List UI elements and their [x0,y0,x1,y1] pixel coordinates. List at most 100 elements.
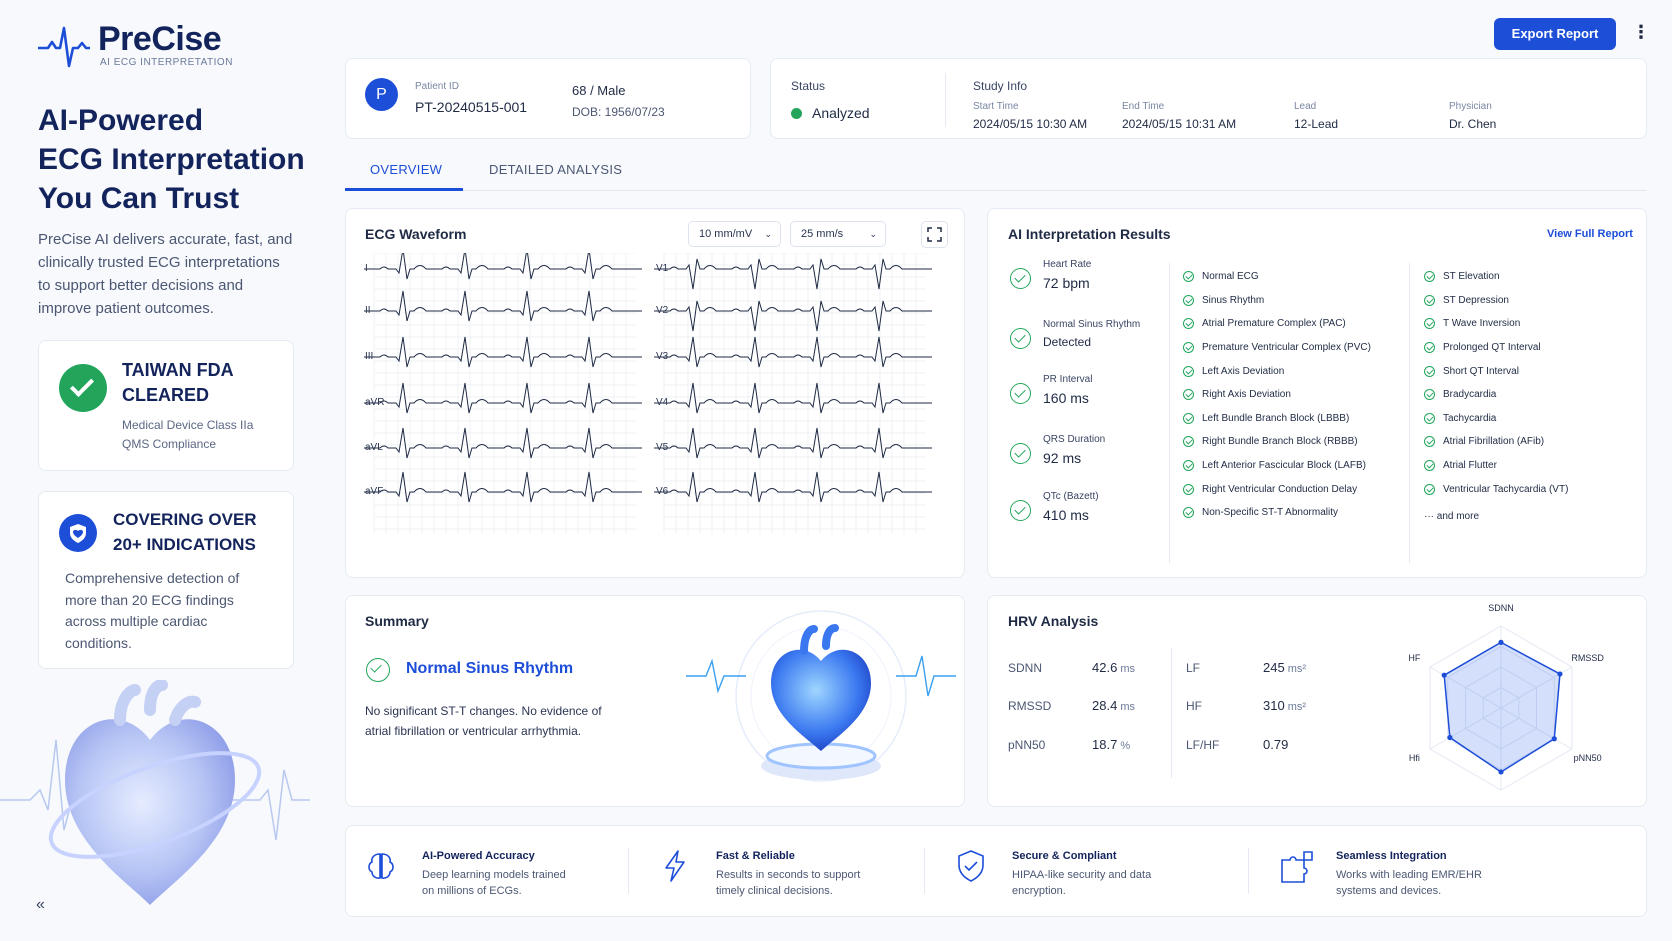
feature-title: AI-Powered Accuracy [422,850,535,862]
hrv-metric-label: LF/HF [1186,738,1220,752]
finding-item: Bradycardia [1424,383,1568,407]
feature-description: HIPAA-like security and data encryption. [1012,869,1152,897]
fda-title: TAIWAN FDA CLEARED [122,360,234,405]
hrv-metric-value: 0.79 [1263,737,1289,752]
study-card: Status Analyzed Study Info Start Time 20… [770,58,1647,139]
finding-item: Right Ventricular Conduction Delay [1183,477,1371,501]
view-full-report-link[interactable]: View Full Report [1547,228,1633,240]
radar-area [1443,641,1561,773]
radar-axis-label: HF [1408,653,1420,663]
hrv-divider [1171,648,1172,778]
radar-axis-label: SDNN [1488,603,1514,613]
tab-bar: OVERVIEW DETAILED ANALYSIS [345,156,1647,191]
metric-label: QRS Duration [1043,434,1106,445]
check-circle-icon [1424,483,1435,495]
patient-dob: DOB: 1956/07/23 [572,105,665,119]
shield-check-icon [958,850,984,882]
heartbeat-logo-icon [38,26,90,68]
heart-illustration [0,680,310,905]
brand-logo: PreCise AI ECG INTERPRETATION [38,20,268,70]
more-findings-text: ··· and more [1424,511,1480,523]
heart-shield-icon [59,514,97,552]
metric-value: 410 ms [1043,507,1089,523]
ecg-plot [364,253,932,533]
feature-description: Results in seconds to support timely clin… [716,869,861,897]
check-circle-icon [1424,389,1435,401]
check-circle-icon [1183,294,1194,306]
check-circle-icon [1183,507,1194,519]
check-circle-icon [1183,483,1194,495]
speed-select[interactable]: 25 mm/s ⌄ [790,221,886,247]
fda-detail: Medical Device Class IIa QMS Compliance [122,418,254,451]
lead-label-V3: V3 [656,351,669,362]
radar-point [1441,672,1447,678]
check-circle-icon [1183,365,1194,377]
feature-description: Deep learning models trained on millions … [422,869,566,897]
finding-item: T Wave Inversion [1424,312,1568,336]
finding-item: Normal ECG [1183,265,1371,289]
metric-label: Heart Rate [1043,259,1092,270]
end-time-value: 2024/05/15 10:31 AM [1122,117,1237,131]
hrv-metric-label: pNN50 [1008,738,1046,752]
finding-item: ST Depression [1424,289,1568,313]
check-circle-icon [1183,460,1194,472]
brain-icon [368,853,394,879]
feature-divider [628,848,629,894]
check-circle-icon [1424,318,1435,330]
hero-title: AI-Powered ECG Interpretation You Can Tr… [38,104,305,215]
start-time-value: 2024/05/15 10:30 AM [973,117,1088,131]
tab-overview[interactable]: OVERVIEW [370,162,442,177]
gain-select[interactable]: 10 mm/mV ⌄ [688,221,781,247]
metric-value: 160 ms [1043,390,1089,406]
lead-label-I: I [365,263,368,274]
metric-label: PR Interval [1043,374,1093,385]
features-bar: AI-Powered Accuracy Deep learning models … [345,825,1647,917]
ecg-trace-V2 [654,300,932,332]
fullscreen-button[interactable] [921,221,948,248]
check-circle-icon [1010,328,1031,349]
more-options-button[interactable]: ⋮ [1632,22,1650,43]
lead-label-V6: V6 [656,486,669,497]
hero-description: PreCise AI delivers accurate, fast, and … [38,231,293,317]
end-time-label: End Time [1122,101,1165,112]
findings-column-2: ST Elevation ST Depression T Wave Inversio… [1424,265,1568,529]
radar-axis-label: pNN50 [1574,753,1602,763]
hrv-metric-label: LF [1186,661,1201,675]
findings-column-1: Normal ECG Sinus Rhythm Atrial Premature C… [1183,265,1371,525]
check-circle-icon [1010,443,1031,464]
check-circle-icon [1010,500,1031,521]
export-report-button[interactable]: Export Report [1494,18,1616,50]
start-time-label: Start Time [973,101,1019,112]
finding-item: Atrial Fibrillation (AFib) [1424,430,1568,454]
check-circle-icon [1183,318,1194,330]
collapse-sidebar-button[interactable]: « [36,896,45,914]
summary-text: No significant ST-T changes. No evidence… [365,704,602,738]
radar-point [1498,769,1504,775]
lightning-icon [665,850,685,882]
ecg-waveform-card: ECG Waveform 10 mm/mV ⌄ 25 mm/s ⌄ I V1 II V… [345,208,965,578]
check-circle-icon [1183,436,1194,448]
lead-value: 12-Lead [1294,117,1339,131]
lead-label-aVL: aVL [365,442,383,453]
summary-headline: Normal Sinus Rhythm [406,660,574,677]
indications-card: COVERING OVER 20+ INDICATIONS Comprehens… [38,491,294,669]
brand-name: PreCise [98,20,222,58]
ai-divider-2 [1409,263,1410,563]
feature-description: Works with leading EMR/EHR systems and de… [1336,869,1482,897]
finding-item: Tachycardia [1424,407,1568,431]
physician-value: Dr. Chen [1449,117,1497,131]
metric-value: 72 bpm [1043,275,1090,291]
finding-item: Left Axis Deviation [1183,359,1371,383]
physician-label: Physician [1449,101,1492,112]
tab-detailed-analysis[interactable]: DETAILED ANALYSIS [489,162,622,177]
metric-value: 92 ms [1043,450,1082,466]
ecg-trace-II [364,290,642,322]
hrv-metric-value: 42.6 ms [1092,660,1136,675]
feature-divider [1248,848,1249,894]
hrv-metric-label: SDNN [1008,661,1043,675]
finding-item: Left Anterior Fascicular Block (LAFB) [1183,454,1371,478]
lead-label-II: II [365,305,371,316]
finding-item: Non-Specific ST-T Abnormality [1183,501,1371,525]
puzzle-icon [1281,851,1313,883]
study-info-label: Study Info [973,79,1028,93]
